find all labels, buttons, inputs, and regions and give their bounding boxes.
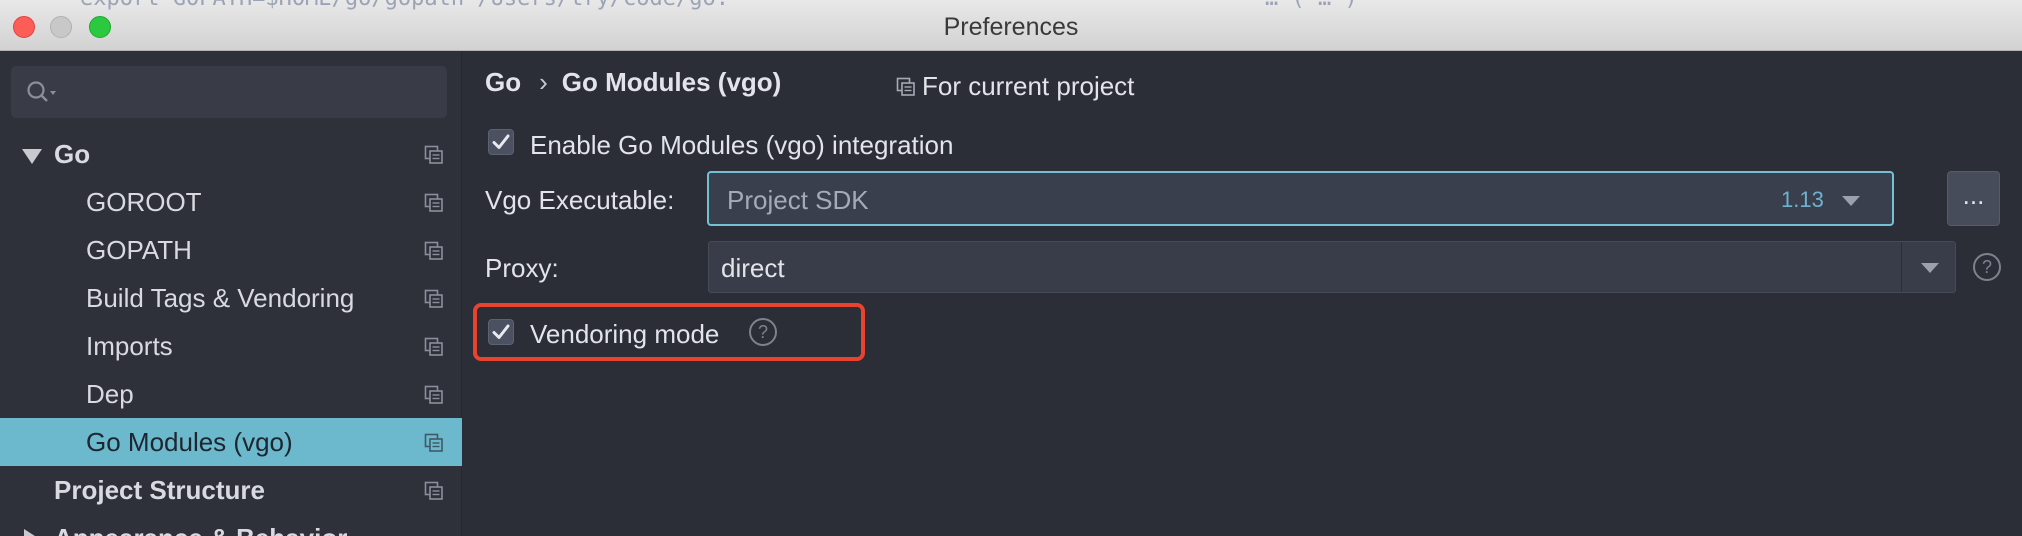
enable-go-modules-label[interactable]: Enable Go Modules (vgo) integration xyxy=(530,130,953,161)
sdk-version: 1.13 xyxy=(1781,187,1824,212)
title-bar: export GOPATH=$HOME/go/gopath /Users/try… xyxy=(0,0,2022,51)
sidebar-item-label: Go Modules (vgo) xyxy=(86,427,293,457)
sidebar-item-goroot[interactable]: GOROOT xyxy=(0,178,462,226)
annotation-highlight-box xyxy=(473,303,865,361)
project-scope-icon xyxy=(424,193,443,212)
settings-sidebar: Go GOROOT GOPATH Build Tags & Vendoring xyxy=(0,51,462,536)
project-scope-icon xyxy=(896,77,915,96)
project-scope-icon xyxy=(424,385,443,404)
expand-arrow-icon[interactable] xyxy=(24,529,38,536)
combo-divider xyxy=(1901,242,1902,292)
sidebar-item-go[interactable]: Go xyxy=(0,130,462,178)
vgo-executable-select[interactable]: Project SDK 1.13 xyxy=(707,171,1894,226)
settings-content: Go › Go Modules (vgo) For current project … xyxy=(463,51,2022,536)
breadcrumb: Go › Go Modules (vgo) xyxy=(485,67,781,98)
project-scope-icon xyxy=(424,145,443,164)
sidebar-item-label: Project Structure xyxy=(54,475,265,505)
vgo-executable-value: Project SDK xyxy=(727,185,869,215)
project-scope-icon xyxy=(424,337,443,356)
sidebar-item-label: Appearance & Behavior xyxy=(54,514,347,536)
settings-search-input[interactable] xyxy=(11,66,447,118)
sidebar-item-project-structure[interactable]: Project Structure xyxy=(0,466,462,514)
window-title: Preferences xyxy=(943,13,1079,41)
proxy-value: direct xyxy=(721,253,785,283)
sidebar-item-imports[interactable]: Imports xyxy=(0,322,462,370)
sidebar-item-build-tags[interactable]: Build Tags & Vendoring xyxy=(0,274,462,322)
proxy-select[interactable]: direct xyxy=(708,241,1956,293)
proxy-help-icon[interactable]: ? xyxy=(1973,253,2001,281)
sidebar-item-label: GOROOT xyxy=(86,187,202,217)
project-scope-icon xyxy=(424,289,443,308)
project-scope-icon xyxy=(424,433,443,452)
expand-arrow-icon[interactable] xyxy=(22,149,42,164)
vgo-executable-label: Vgo Executable: xyxy=(485,185,675,215)
breadcrumb-separator: › xyxy=(539,67,548,97)
sidebar-item-label: Go xyxy=(54,139,91,169)
project-scope-icon xyxy=(424,241,443,260)
scope-indicator: For current project xyxy=(896,71,1134,102)
scope-label: For current project xyxy=(922,71,1135,101)
breadcrumb-current: Go Modules (vgo) xyxy=(561,67,782,97)
chevron-down-icon xyxy=(1842,196,1860,206)
sidebar-item-go-modules[interactable]: Go Modules (vgo) xyxy=(0,418,462,466)
sidebar-item-appearance-behavior[interactable]: Appearance & Behavior xyxy=(0,514,462,536)
chevron-down-icon[interactable] xyxy=(1921,263,1939,273)
sidebar-item-dep[interactable]: Dep xyxy=(0,370,462,418)
sidebar-item-label: Dep xyxy=(86,379,134,409)
proxy-label: Proxy: xyxy=(485,253,559,283)
checkmark-icon xyxy=(492,134,510,149)
enable-go-modules-checkbox[interactable] xyxy=(488,129,514,155)
sidebar-item-label: GOPATH xyxy=(86,235,192,265)
sidebar-item-label: Build Tags & Vendoring xyxy=(86,283,355,313)
breadcrumb-parent[interactable]: Go xyxy=(485,67,521,97)
background-window-text: export GOPATH=$HOME/go/gopath /Users/try… xyxy=(80,0,1260,10)
search-icon xyxy=(27,81,56,102)
sidebar-item-gopath[interactable]: GOPATH xyxy=(0,226,462,274)
browse-button[interactable]: ... xyxy=(1947,171,2000,226)
sidebar-item-label: Imports xyxy=(86,331,173,361)
background-window-text-right: … ( … ) xyxy=(1265,0,1865,10)
project-scope-icon xyxy=(424,481,443,500)
